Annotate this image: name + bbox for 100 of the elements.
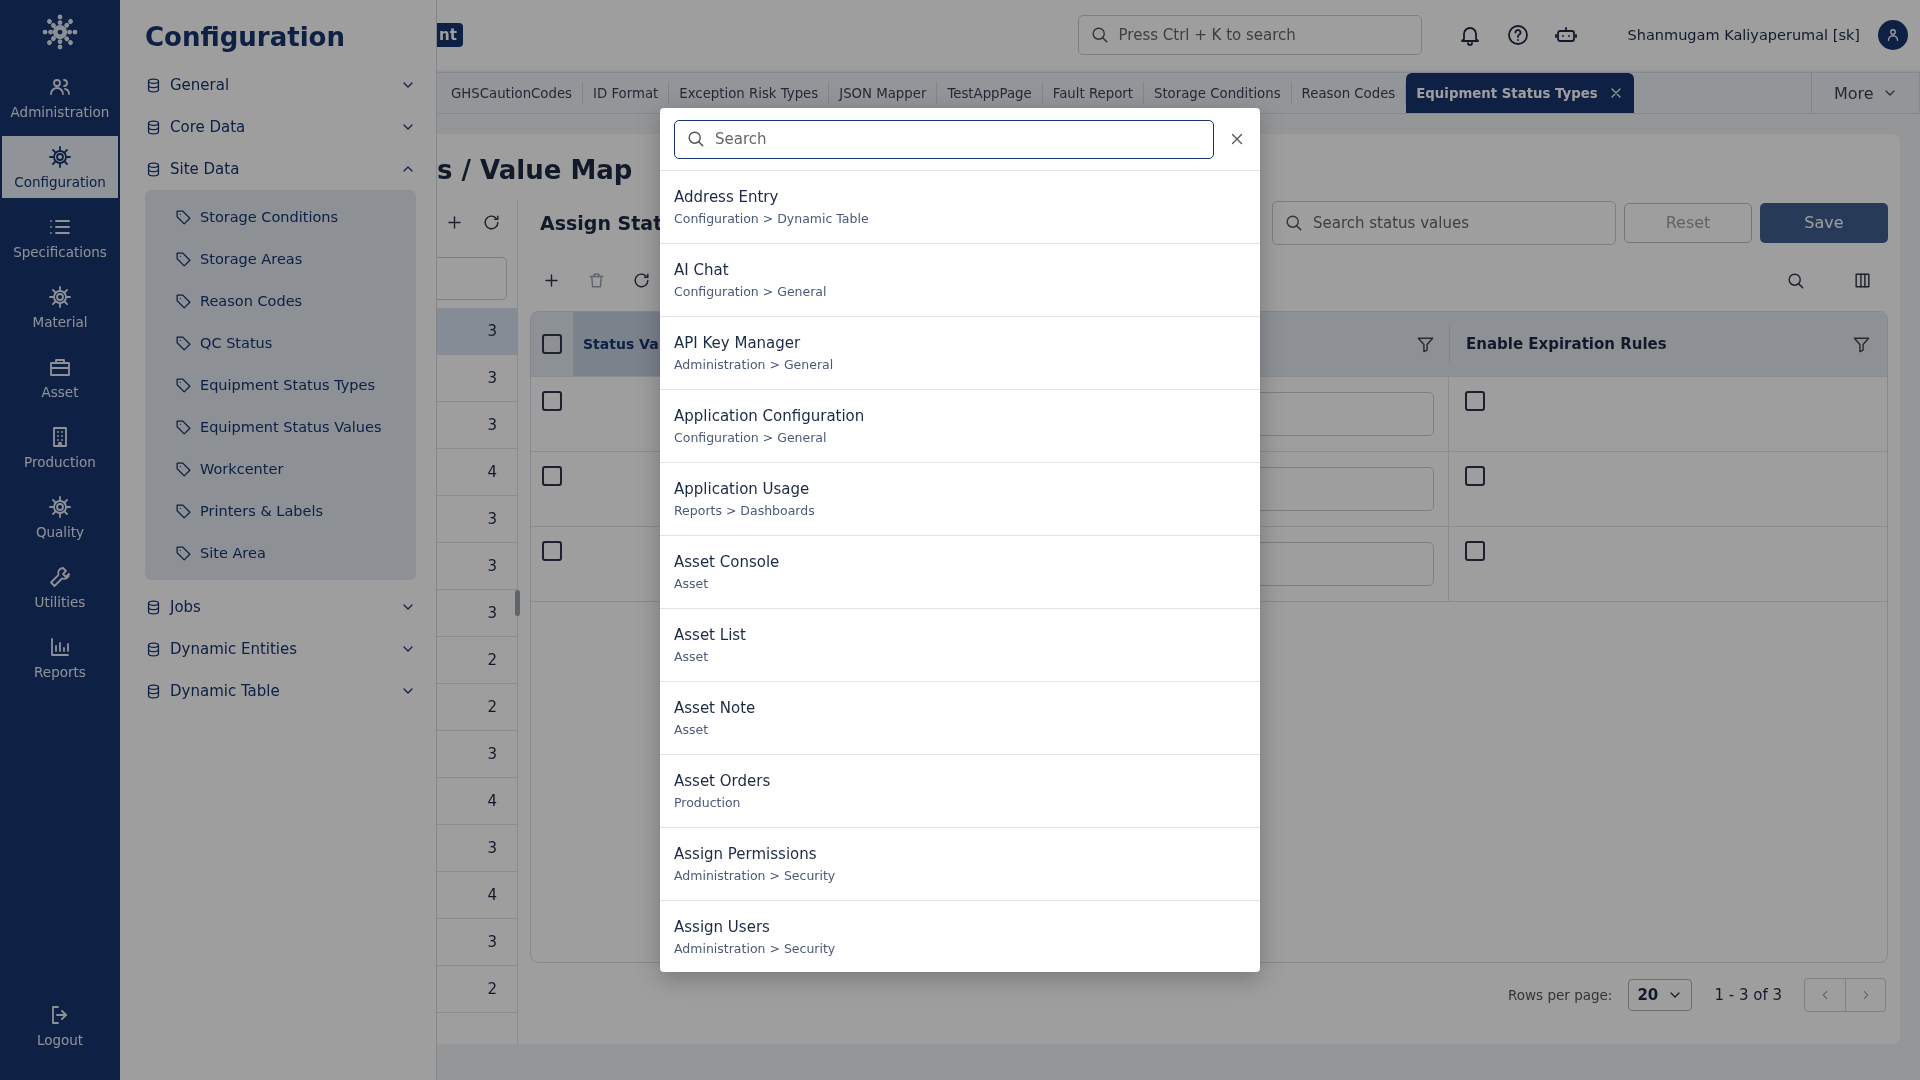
- tab[interactable]: Fault Report: [1042, 82, 1144, 104]
- checkbox[interactable]: [1465, 541, 1485, 561]
- global-search-field[interactable]: Press Ctrl + K to search: [1077, 15, 1422, 55]
- database-icon: [145, 598, 162, 616]
- database-icon: [145, 682, 162, 700]
- list-row[interactable]: 4: [437, 778, 517, 825]
- search-result[interactable]: Asset Console Asset: [660, 536, 1260, 609]
- tab[interactable]: Equipment Status Types: [1406, 73, 1634, 113]
- search-result[interactable]: Address Entry Configuration > Dynamic Table: [660, 171, 1260, 244]
- search-result[interactable]: Asset Note Asset: [660, 682, 1260, 755]
- checkbox[interactable]: [542, 466, 562, 486]
- database-icon: [145, 76, 162, 94]
- nav-item[interactable]: Utilities: [2, 556, 118, 618]
- section-header[interactable]: Dynamic Table: [145, 670, 416, 712]
- section-header[interactable]: Jobs: [145, 586, 416, 628]
- checkbox[interactable]: [1465, 466, 1485, 486]
- filter-icon[interactable]: [1416, 334, 1435, 354]
- tab[interactable]: GHSCautionCodes: [441, 82, 584, 104]
- column-header: Status Va: [583, 336, 659, 352]
- panel-title: Configuration: [145, 22, 346, 52]
- nav-item[interactable]: Material: [2, 276, 118, 338]
- nav-item[interactable]: Production: [2, 416, 118, 478]
- search-result[interactable]: API Key Manager Administration > General: [660, 317, 1260, 390]
- list-row[interactable]: 2: [437, 684, 517, 731]
- search-result[interactable]: Assign Permissions Administration > Security: [660, 828, 1260, 901]
- section-header[interactable]: Dynamic Entities: [145, 628, 416, 670]
- tag-icon: [175, 250, 192, 268]
- scrollbar[interactable]: [515, 590, 520, 616]
- checkbox[interactable]: [542, 541, 562, 561]
- search-result[interactable]: Asset List Asset: [660, 609, 1260, 682]
- search-result[interactable]: Assign Users Administration > Security: [660, 901, 1260, 972]
- list-row[interactable]: 3: [437, 825, 517, 872]
- database-icon: [145, 160, 162, 178]
- list-row[interactable]: 2: [437, 637, 517, 684]
- nav-item[interactable]: Asset: [2, 346, 118, 408]
- submenu-item[interactable]: Workcenter: [145, 448, 416, 490]
- nav-item[interactable]: Administration: [2, 66, 118, 128]
- checkbox[interactable]: [542, 334, 562, 354]
- submenu-item[interactable]: Equipment Status Types: [145, 364, 416, 406]
- gear-icon: [48, 494, 72, 519]
- list-row[interactable]: 3: [437, 496, 517, 543]
- nav-item[interactable]: Configuration: [2, 136, 118, 198]
- rows-per-page-select[interactable]: 20: [1628, 979, 1693, 1011]
- plus-icon[interactable]: [445, 213, 464, 232]
- checkbox[interactable]: [1465, 391, 1485, 411]
- section-header[interactable]: Core Data: [145, 106, 416, 148]
- section-header[interactable]: General: [145, 64, 416, 106]
- search-result[interactable]: Asset Orders Production: [660, 755, 1260, 828]
- list-row[interactable]: 3: [437, 402, 517, 449]
- gear-icon: [48, 284, 72, 309]
- filter-icon[interactable]: [1852, 334, 1871, 354]
- tab[interactable]: Exception Risk Types: [669, 82, 830, 104]
- list-row[interactable]: 2: [437, 966, 517, 1013]
- list-row[interactable]: 3: [437, 355, 517, 402]
- checkbox[interactable]: [542, 391, 562, 411]
- filter-field[interactable]: [437, 257, 507, 300]
- search-result[interactable]: AI Chat Configuration > General: [660, 244, 1260, 317]
- user-avatar[interactable]: [1878, 20, 1908, 50]
- list-row[interactable]: 3: [437, 543, 517, 590]
- submenu-item[interactable]: Equipment Status Values: [145, 406, 416, 448]
- submenu-item[interactable]: Storage Areas: [145, 238, 416, 280]
- tab[interactable]: Storage Conditions: [1143, 82, 1292, 104]
- refresh-icon[interactable]: [632, 270, 651, 290]
- submenu-item[interactable]: Storage Conditions: [145, 196, 416, 238]
- search-result[interactable]: Application Configuration Configuration > General: [660, 390, 1260, 463]
- tag-icon: [175, 334, 192, 352]
- tag-icon: [175, 418, 192, 436]
- nav-item[interactable]: Reports: [2, 626, 118, 688]
- logout-button[interactable]: Logout: [2, 994, 118, 1056]
- submenu-item[interactable]: Printers & Labels: [145, 490, 416, 532]
- nav-item[interactable]: Specifications: [2, 206, 118, 268]
- submenu-item[interactable]: Site Area: [145, 532, 416, 574]
- tag-icon: [175, 208, 192, 226]
- refresh-icon[interactable]: [482, 213, 501, 232]
- submenu-item[interactable]: Reason Codes: [145, 280, 416, 322]
- nav-item[interactable]: Quality: [2, 486, 118, 548]
- user-name: Shanmugam Kaliyaperumal [sk]: [1627, 27, 1860, 43]
- tag-icon: [175, 502, 192, 520]
- list-row[interactable]: 4: [437, 449, 517, 496]
- help-icon[interactable]: [1505, 23, 1530, 47]
- list-row[interactable]: 4: [437, 872, 517, 919]
- save-button[interactable]: Save: [1760, 202, 1888, 243]
- tag-icon: [175, 376, 192, 394]
- tag-icon: [175, 544, 192, 562]
- tab[interactable]: JSON Mapper: [829, 82, 938, 104]
- list-row[interactable]: 3: [437, 919, 517, 966]
- search-result[interactable]: Application Usage Reports > Dashboards: [660, 463, 1260, 536]
- status-search-field[interactable]: Search status values: [1272, 200, 1616, 245]
- list-row[interactable]: 3: [437, 308, 517, 355]
- rows-per-page-label: Rows per page:: [1508, 987, 1613, 1003]
- dialog-search-field[interactable]: Search: [674, 119, 1214, 159]
- list-row[interactable]: 3: [437, 731, 517, 778]
- tab[interactable]: ID Format: [583, 82, 670, 104]
- search-icon[interactable]: [1786, 270, 1805, 290]
- columns-icon[interactable]: [1853, 270, 1872, 290]
- section-header[interactable]: Site Data: [145, 148, 416, 190]
- tab[interactable]: TestAppPage: [937, 82, 1043, 104]
- submenu-item[interactable]: QC Status: [145, 322, 416, 364]
- more-button[interactable]: More: [1811, 73, 1919, 113]
- search-icon: [1284, 212, 1303, 232]
